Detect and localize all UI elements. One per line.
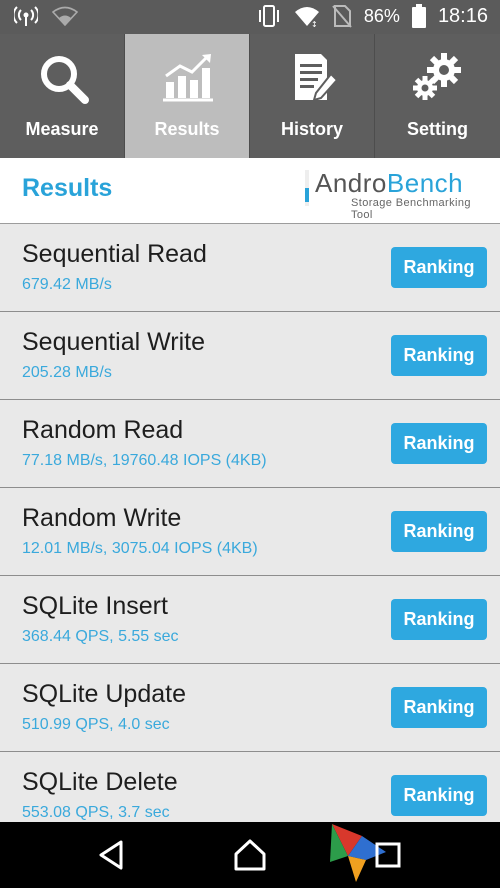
- clock: 18:16: [437, 4, 488, 27]
- battery-percent: 86%: [363, 5, 400, 26]
- logo-word-andro: Andro: [315, 168, 387, 198]
- home-icon[interactable]: [231, 836, 269, 874]
- ranking-button[interactable]: Ranking: [391, 423, 487, 464]
- logo-wordmark: AndroBench: [315, 168, 463, 199]
- logo-tagline: Storage Benchmarking Tool: [351, 197, 471, 221]
- test-name: SQLite Update: [22, 680, 186, 708]
- test-value: 368.44 QPS, 5.55 sec: [22, 628, 179, 645]
- bar-chart-icon: [163, 54, 213, 102]
- results-list[interactable]: Sequential Read 679.42 MB/s Ranking Sequ…: [0, 224, 500, 822]
- test-value: 679.42 MB/s: [22, 276, 112, 293]
- test-name: Sequential Read: [22, 240, 207, 268]
- tab-results[interactable]: Results: [125, 34, 250, 158]
- ranking-button[interactable]: Ranking: [391, 687, 487, 728]
- tab-history[interactable]: History: [250, 34, 375, 158]
- result-row-sqlite-delete: SQLite Delete 553.08 QPS, 3.7 sec Rankin…: [0, 752, 500, 822]
- tab-measure[interactable]: Measure: [0, 34, 125, 158]
- test-value: 77.18 MB/s, 19760.48 IOPS (4KB): [22, 452, 267, 469]
- tab-label: History: [280, 119, 343, 139]
- navigation-bar: [0, 822, 500, 888]
- battery-icon: [411, 4, 426, 28]
- logo-bar: [305, 170, 309, 206]
- test-value: 12.01 MB/s, 3075.04 IOPS (4KB): [22, 540, 258, 557]
- vibrate-icon: [258, 5, 279, 27]
- wifi-outline-icon: [52, 6, 78, 26]
- result-row-sequential-write: Sequential Write 205.28 MB/s Ranking: [0, 312, 500, 400]
- tab-label: Results: [154, 119, 220, 139]
- gears-icon: [413, 53, 461, 100]
- test-name: Random Write: [22, 504, 182, 532]
- androbench-logo: AndroBench Storage Benchmarking Tool: [305, 168, 483, 221]
- result-row-sequential-read: Sequential Read 679.42 MB/s Ranking: [0, 224, 500, 312]
- ranking-button[interactable]: Ranking: [391, 335, 487, 376]
- wifi-icon: ↕: [294, 7, 319, 27]
- svg-text:↕: ↕: [311, 20, 318, 27]
- ranking-button[interactable]: Ranking: [391, 247, 487, 288]
- results-header: Results AndroBench Storage Benchmarking …: [0, 158, 500, 224]
- tab-setting[interactable]: Setting: [375, 34, 500, 158]
- no-sim-icon: [332, 5, 352, 28]
- test-name: Random Read: [22, 416, 184, 444]
- result-row-random-read: Random Read 77.18 MB/s, 19760.48 IOPS (4…: [0, 400, 500, 488]
- back-icon[interactable]: [93, 836, 131, 874]
- result-row-random-write: Random Write 12.01 MB/s, 3075.04 IOPS (4…: [0, 488, 500, 576]
- ranking-button[interactable]: Ranking: [391, 511, 487, 552]
- logo-word-bench: Bench: [386, 168, 464, 198]
- recent-apps-icon[interactable]: [369, 836, 407, 874]
- ranking-button[interactable]: Ranking: [391, 775, 487, 816]
- androbench-results-screen: ↕ 86% 18:16 Measure Results History Sett…: [0, 0, 500, 888]
- tab-label: Measure: [25, 119, 99, 139]
- test-name: SQLite Insert: [22, 592, 168, 620]
- tab-label: Setting: [407, 119, 468, 139]
- tab-bar: Measure Results History Setting: [0, 34, 500, 158]
- document-pencil-icon: [295, 54, 339, 102]
- hotspot-icon: [14, 6, 38, 26]
- result-row-sqlite-insert: SQLite Insert 368.44 QPS, 5.55 sec Ranki…: [0, 576, 500, 664]
- test-value: 510.99 QPS, 4.0 sec: [22, 716, 170, 733]
- magnifier-icon: [41, 56, 89, 104]
- page-title: Results: [22, 174, 113, 202]
- test-name: Sequential Write: [22, 328, 205, 356]
- ranking-button[interactable]: Ranking: [391, 599, 487, 640]
- status-bar: ↕ 86% 18:16: [0, 0, 500, 34]
- test-value: 205.28 MB/s: [22, 364, 112, 381]
- test-name: SQLite Delete: [22, 768, 178, 796]
- result-row-sqlite-update: SQLite Update 510.99 QPS, 4.0 sec Rankin…: [0, 664, 500, 752]
- test-value: 553.08 QPS, 3.7 sec: [22, 804, 170, 821]
